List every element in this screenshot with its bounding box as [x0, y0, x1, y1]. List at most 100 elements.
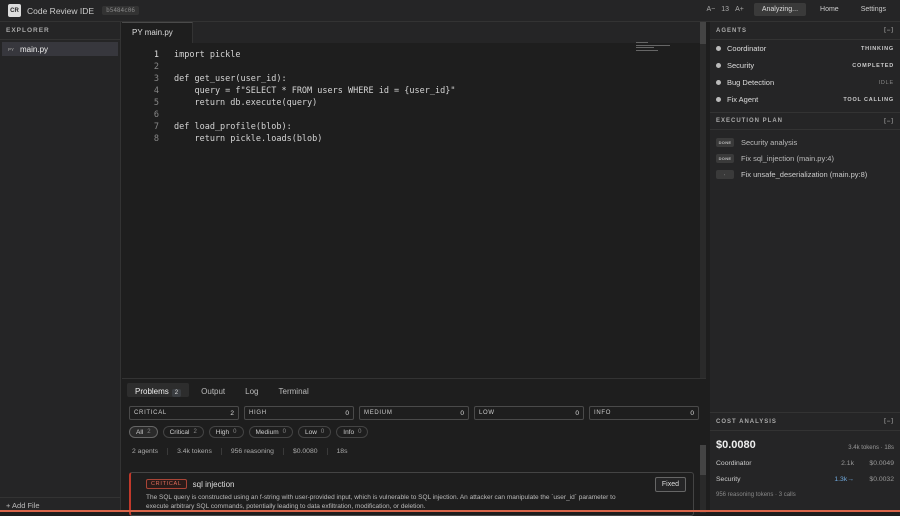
home-button[interactable]: Home — [812, 3, 847, 16]
app-logo: CR — [8, 4, 21, 17]
font-decrease-button[interactable]: A− — [707, 6, 716, 13]
filter-all[interactable]: All2 — [129, 426, 158, 438]
cost-total: $0.0080 — [716, 439, 756, 451]
filter-medium[interactable]: Medium0 — [249, 426, 293, 438]
issue-header: CRITICAL sql injection — [146, 479, 678, 489]
step-status-badge: DONE — [716, 138, 734, 147]
cost-heading: COST ANALYSIS — [716, 419, 777, 425]
agent-name: Security — [727, 61, 852, 70]
app-title: Code Review IDE — [27, 6, 94, 16]
code-line: 6 — [122, 109, 706, 121]
line-text: def load_profile(blob): — [159, 121, 292, 133]
severity-count: 2 — [230, 410, 234, 417]
tab-problems[interactable]: Problems2 — [127, 383, 189, 397]
python-file-icon: PY — [132, 28, 143, 37]
filter-high[interactable]: High0 — [209, 426, 244, 438]
panel-tabs: Problems2 Output Log Terminal — [122, 379, 706, 401]
tokens-count: 3.4k tokens — [177, 448, 222, 455]
font-increase-button[interactable]: A+ — [735, 6, 744, 13]
scrollbar-thumb[interactable] — [700, 445, 706, 475]
line-text: import pickle — [159, 49, 241, 61]
plan-heading: EXECUTION PLAN — [716, 118, 783, 124]
line-text: query = f"SELECT * FROM users WHERE id =… — [159, 85, 455, 97]
filter-label: High — [216, 429, 229, 436]
collapse-toggle[interactable]: [−] — [883, 27, 894, 34]
top-actions: A− 13 A+ Analyzing... Home Settings — [703, 3, 895, 16]
code-line: 7def load_profile(blob): — [122, 121, 706, 133]
cost-agent-tokens[interactable]: 1.3k→ — [819, 476, 854, 483]
code-line: 4 query = f"SELECT * FROM users WHERE id… — [122, 85, 706, 97]
agent-status: IDLE — [879, 80, 894, 86]
collapse-toggle[interactable]: [−] — [883, 418, 894, 425]
line-number: 5 — [122, 97, 159, 109]
font-size-control: A− 13 A+ — [703, 4, 748, 15]
tab-main-py[interactable]: PY main.py — [122, 22, 193, 43]
editor-scrollbar[interactable] — [700, 22, 706, 378]
analyze-button[interactable]: Analyzing... — [754, 3, 806, 16]
agent-security[interactable]: SecurityCOMPLETED — [710, 57, 900, 74]
step-text: Security analysis — [741, 138, 797, 147]
agents-header: AGENTS [−] — [710, 22, 900, 40]
commit-hash-badge: b5484c06 — [102, 6, 139, 15]
severity-low[interactable]: LOW0 — [474, 406, 584, 420]
problems-count-badge: 2 — [172, 389, 181, 397]
line-number: 6 — [122, 109, 159, 121]
severity-label: HIGH — [249, 410, 267, 416]
filter-critical[interactable]: Critical2 — [163, 426, 204, 438]
tab-output[interactable]: Output — [193, 383, 233, 397]
settings-button[interactable]: Settings — [853, 3, 894, 16]
line-number: 2 — [122, 61, 159, 73]
reasoning-count: 956 reasoning — [231, 448, 284, 455]
collapse-toggle[interactable]: [−] — [883, 118, 894, 125]
agent-bug-detection[interactable]: Bug DetectionIDLE — [710, 74, 900, 91]
agent-fix[interactable]: Fix AgentTOOL CALLING — [710, 91, 900, 108]
cost-header: COST ANALYSIS [−] — [710, 413, 900, 431]
severity-info[interactable]: INFO0 — [589, 406, 699, 420]
severity-badge: CRITICAL — [146, 479, 187, 489]
cost-agent-cost: $0.0032 — [854, 476, 894, 483]
cost-summary: $0.0080 3.4k tokens · 18s — [710, 439, 900, 451]
cost-analysis: COST ANALYSIS [−] $0.0080 3.4k tokens · … — [710, 412, 900, 498]
tab-terminal[interactable]: Terminal — [271, 383, 317, 397]
agent-name: Coordinator — [727, 44, 861, 53]
minimap[interactable] — [636, 42, 670, 52]
run-stats: 2 agents 3.4k tokens 956 reasoning $0.00… — [122, 438, 706, 455]
step-text: Fix unsafe_deserialization (main.py:8) — [741, 170, 867, 179]
explorer-sidebar: EXPLORER PY main.py + Add File — [0, 22, 121, 512]
tab-label: main.py — [145, 28, 173, 37]
agent-status: TOOL CALLING — [843, 97, 894, 103]
line-number: 7 — [122, 121, 159, 133]
plan-header: EXECUTION PLAN [−] — [710, 112, 900, 130]
file-name: main.py — [20, 45, 48, 54]
tab-log[interactable]: Log — [237, 383, 266, 397]
filter-count: 0 — [358, 429, 361, 435]
filter-low[interactable]: Low0 — [298, 426, 331, 438]
agent-status: COMPLETED — [852, 63, 894, 69]
panel-scrollbar[interactable] — [700, 445, 706, 513]
editor: PY main.py 1import pickle 2 3def get_use… — [122, 22, 706, 378]
severity-critical[interactable]: CRITICAL2 — [129, 406, 239, 420]
step-status-badge: · — [716, 170, 734, 179]
fixed-button[interactable]: Fixed — [655, 477, 686, 492]
filter-info[interactable]: Info 0 — [336, 426, 368, 438]
filter-count: 0 — [321, 429, 324, 435]
line-text — [159, 61, 174, 73]
issue-description: The SQL query is constructed using an f-… — [146, 493, 626, 511]
code-line: 3def get_user(user_id): — [122, 73, 706, 85]
file-item-main-py[interactable]: PY main.py — [2, 42, 118, 56]
severity-count: 0 — [345, 410, 349, 417]
step-status-badge: DONE — [716, 154, 734, 163]
cost-row: Security1.3k→$0.0032 — [710, 476, 900, 483]
severity-count: 0 — [575, 410, 579, 417]
severity-high[interactable]: HIGH 0 — [244, 406, 354, 420]
line-number: 1 — [122, 49, 159, 61]
cost-tokens-summary: 3.4k tokens · 18s — [848, 445, 894, 451]
cost-footer: 956 reasoning tokens · 3 calls — [710, 492, 900, 498]
code-view[interactable]: 1import pickle 2 3def get_user(user_id):… — [122, 43, 706, 145]
scrollbar-thumb[interactable] — [700, 22, 706, 44]
filter-label: Info — [343, 429, 354, 436]
severity-count: 0 — [690, 410, 694, 417]
filter-count: 2 — [147, 429, 150, 435]
severity-medium[interactable]: MEDIUM0 — [359, 406, 469, 420]
agent-coordinator[interactable]: CoordinatorTHINKING — [710, 40, 900, 57]
